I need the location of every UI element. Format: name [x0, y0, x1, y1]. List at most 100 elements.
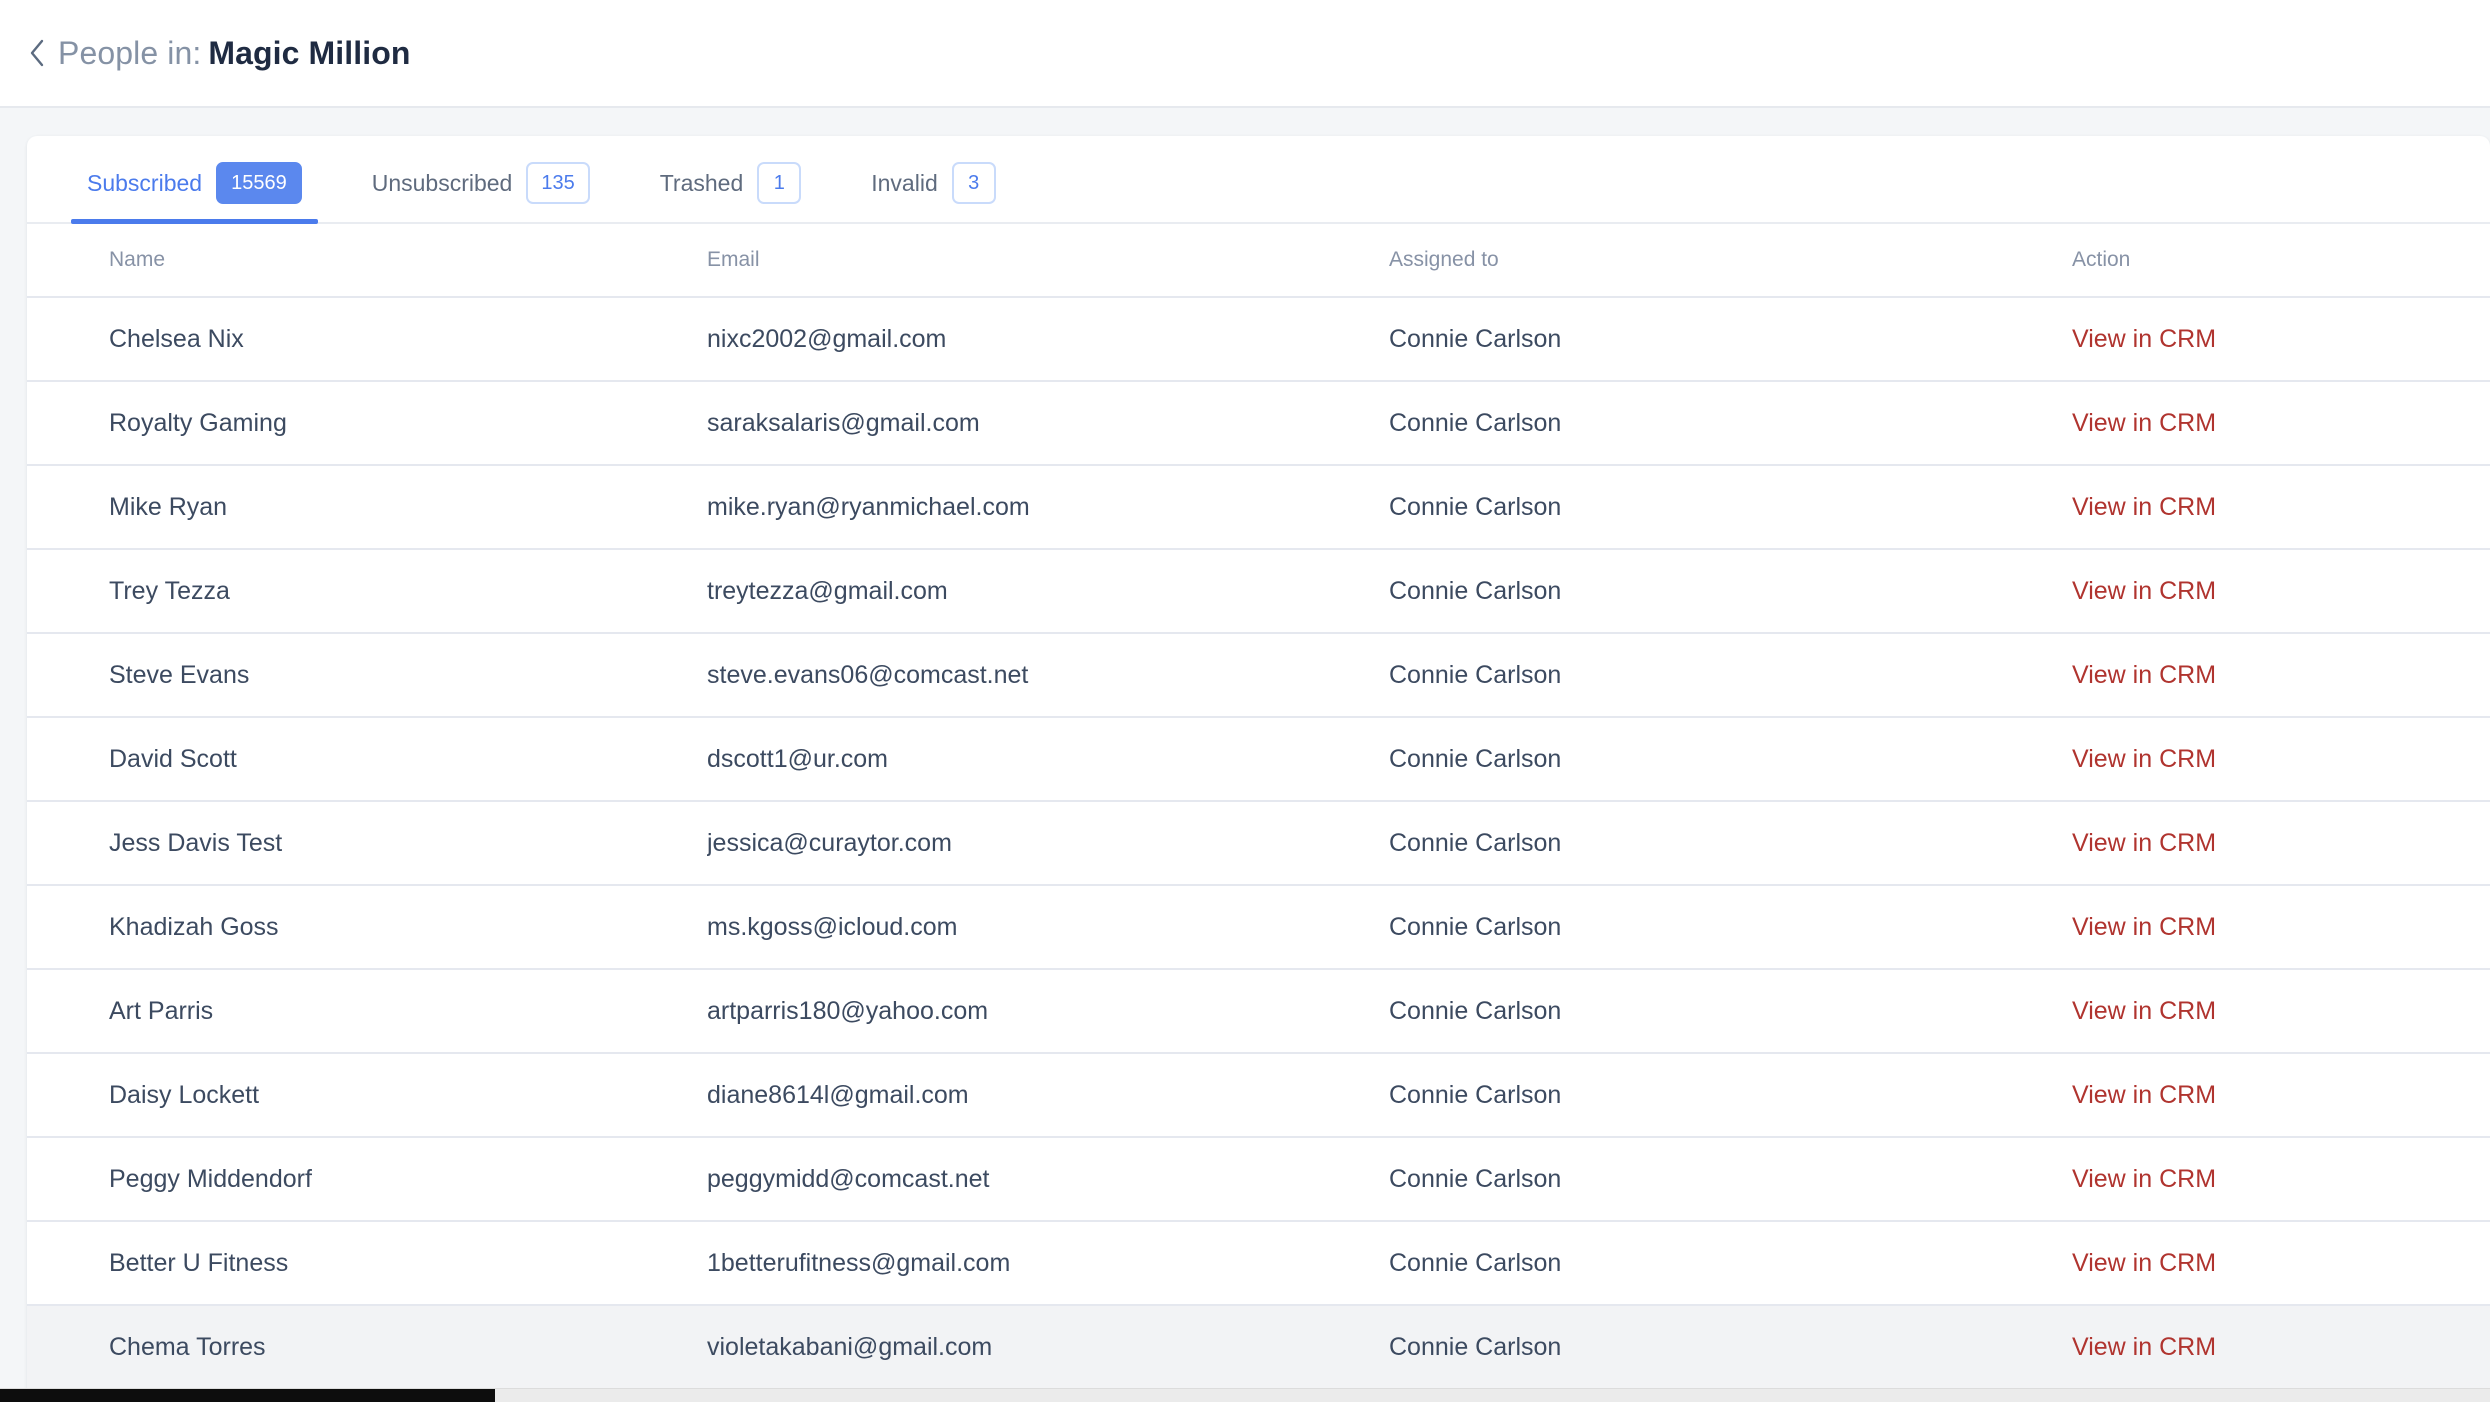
person-name-cell: Peggy Middendorf — [27, 1165, 707, 1194]
person-email-cell: nixc2002@gmail.com — [707, 325, 1389, 354]
assigned-to-cell: Connie Carlson — [1389, 829, 2072, 858]
person-email: nixc2002@gmail.com — [707, 324, 947, 353]
column-header-assigned-to: Assigned to — [1389, 248, 1499, 271]
tab-count-badge: 3 — [951, 162, 996, 204]
view-in-crm-link[interactable]: View in CRM — [2072, 913, 2216, 941]
page-title: People in: Magic Million — [58, 35, 411, 72]
assigned-to-cell: Connie Carlson — [1389, 1333, 2072, 1362]
person-email: treytezza@gmail.com — [707, 576, 948, 605]
person-name: Royalty Gaming — [109, 408, 287, 437]
person-email-cell: diane8614l@gmail.com — [707, 1081, 1389, 1110]
person-email-cell: saraksalaris@gmail.com — [707, 409, 1389, 438]
view-in-crm-link[interactable]: View in CRM — [2072, 745, 2216, 773]
view-in-crm-link[interactable]: View in CRM — [2072, 1249, 2216, 1277]
table-row[interactable]: Daisy Lockett diane8614l@gmail.com Connie … — [27, 1054, 2490, 1138]
person-email: saraksalaris@gmail.com — [707, 408, 980, 437]
people-card: Subscribed 15569 Unsubscribed 135 Trashed 1 In… — [27, 136, 2490, 1402]
person-email: ms.kgoss@icloud.com — [707, 912, 958, 941]
table-row[interactable]: Chema Torres violetakabani@gmail.com Conni… — [27, 1306, 2490, 1390]
table-row[interactable]: Mike Ryan mike.ryan@ryanmichael.com Connie… — [27, 466, 2490, 550]
table-row[interactable]: Peggy Middendorf peggymidd@comcast.net Con… — [27, 1138, 2490, 1222]
assigned-to: Connie Carlson — [1389, 912, 1562, 941]
view-in-crm-link-cell: View in CRM — [2072, 493, 2490, 522]
page-title-prefix: People in: — [58, 34, 202, 71]
person-name: Trey Tezza — [109, 576, 230, 605]
person-name: Jess Davis Test — [109, 828, 283, 857]
person-email-cell: 1betterufitness@gmail.com — [707, 1249, 1389, 1278]
person-email-cell: treytezza@gmail.com — [707, 577, 1389, 606]
table-row[interactable]: Chelsea Nix nixc2002@gmail.com Connie Carl… — [27, 298, 2490, 382]
assigned-to: Connie Carlson — [1389, 1164, 1562, 1193]
tab-invalid[interactable]: Invalid 3 — [855, 162, 1011, 222]
person-name: Art Parris — [109, 996, 214, 1025]
table-row[interactable]: Royalty Gaming saraksalaris@gmail.com Conn… — [27, 382, 2490, 466]
assigned-to-cell: Connie Carlson — [1389, 1081, 2072, 1110]
view-in-crm-link[interactable]: View in CRM — [2072, 325, 2216, 353]
card-area: Subscribed 15569 Unsubscribed 135 Trashed 1 In… — [0, 108, 2490, 1402]
table-row[interactable]: Art Parris artparris180@yahoo.com Connie C… — [27, 970, 2490, 1054]
tab-label: Trashed — [659, 169, 744, 196]
assigned-to: Connie Carlson — [1389, 744, 1562, 773]
view-in-crm-link[interactable]: View in CRM — [2072, 661, 2216, 689]
tab-subscribed[interactable]: Subscribed 15569 — [71, 162, 318, 224]
assigned-to-cell: Connie Carlson — [1389, 1165, 2072, 1194]
assigned-to-cell: Connie Carlson — [1389, 577, 2072, 606]
person-name-cell: Steve Evans — [27, 661, 707, 690]
assigned-to-cell: Connie Carlson — [1389, 409, 2072, 438]
table-row[interactable]: Better U Fitness 1betterufitness@gmail.co… — [27, 1222, 2490, 1306]
view-in-crm-link[interactable]: View in CRM — [2072, 409, 2216, 437]
table-row[interactable]: Khadizah Goss ms.kgoss@icloud.com Connie C… — [27, 886, 2490, 970]
view-in-crm-link-cell: View in CRM — [2072, 325, 2490, 354]
table-row[interactable]: David Scott dscott1@ur.com Connie Carlson V… — [27, 718, 2490, 802]
person-name-cell: David Scott — [27, 745, 707, 774]
person-name: Daisy Lockett — [109, 1080, 260, 1109]
view-in-crm-link-cell: View in CRM — [2072, 661, 2490, 690]
column-header-email: Email — [707, 248, 760, 271]
view-in-crm-link[interactable]: View in CRM — [2072, 1081, 2216, 1109]
table-row[interactable]: Steve Evans steve.evans06@comcast.net Conn… — [27, 634, 2490, 718]
table-row[interactable]: Jess Davis Test jessica@curaytor.com Conni… — [27, 802, 2490, 886]
assigned-to-cell: Connie Carlson — [1389, 745, 2072, 774]
person-email: peggymidd@comcast.net — [707, 1164, 990, 1193]
view-in-crm-link[interactable]: View in CRM — [2072, 1333, 2216, 1361]
tab-count-badge: 135 — [526, 162, 590, 204]
person-name: Better U Fitness — [109, 1248, 289, 1277]
table-header-row: Name Email Assigned to Action — [27, 224, 2490, 298]
assigned-to-cell: Connie Carlson — [1389, 997, 2072, 1026]
person-email: dscott1@ur.com — [707, 744, 889, 773]
view-in-crm-link[interactable]: View in CRM — [2072, 577, 2216, 605]
back-chevron-icon[interactable] — [24, 36, 50, 70]
tab-unsubscribed[interactable]: Unsubscribed 135 — [356, 162, 606, 222]
horizontal-scrollbar-thumb[interactable] — [0, 1389, 495, 1402]
assigned-to: Connie Carlson — [1389, 996, 1562, 1025]
table-row[interactable]: Trey Tezza treytezza@gmail.com Connie Carl… — [27, 550, 2490, 634]
person-email: mike.ryan@ryanmichael.com — [707, 492, 1030, 521]
assigned-to: Connie Carlson — [1389, 828, 1562, 857]
person-email: artparris180@yahoo.com — [707, 996, 989, 1025]
view-in-crm-link-cell: View in CRM — [2072, 577, 2490, 606]
person-email: 1betterufitness@gmail.com — [707, 1248, 1011, 1277]
table-body: Chelsea Nix nixc2002@gmail.com Connie Carl… — [27, 298, 2490, 1390]
view-in-crm-link[interactable]: View in CRM — [2072, 997, 2216, 1025]
person-name: Mike Ryan — [109, 492, 228, 521]
tab-count-badge: 1 — [757, 162, 802, 204]
view-in-crm-link[interactable]: View in CRM — [2072, 493, 2216, 521]
tab-count-badge: 15569 — [216, 162, 302, 204]
view-in-crm-link[interactable]: View in CRM — [2072, 1165, 2216, 1193]
person-name-cell: Trey Tezza — [27, 577, 707, 606]
tab-trashed[interactable]: Trashed 1 — [644, 162, 818, 222]
horizontal-scrollbar[interactable] — [0, 1388, 2490, 1402]
view-in-crm-link-cell: View in CRM — [2072, 745, 2490, 774]
person-name: Chema Torres — [109, 1332, 266, 1361]
person-email-cell: steve.evans06@comcast.net — [707, 661, 1389, 690]
person-email-cell: mike.ryan@ryanmichael.com — [707, 493, 1389, 522]
view-in-crm-link-cell: View in CRM — [2072, 1165, 2490, 1194]
people-table: Name Email Assigned to Action Chelsea Ni… — [27, 224, 2490, 1390]
person-email: jessica@curaytor.com — [707, 828, 952, 857]
tab-label: Subscribed — [87, 169, 203, 196]
view-in-crm-link[interactable]: View in CRM — [2072, 829, 2216, 857]
person-email-cell: ms.kgoss@icloud.com — [707, 913, 1389, 942]
assigned-to: Connie Carlson — [1389, 576, 1562, 605]
assigned-to: Connie Carlson — [1389, 1248, 1562, 1277]
person-email-cell: violetakabani@gmail.com — [707, 1333, 1389, 1362]
